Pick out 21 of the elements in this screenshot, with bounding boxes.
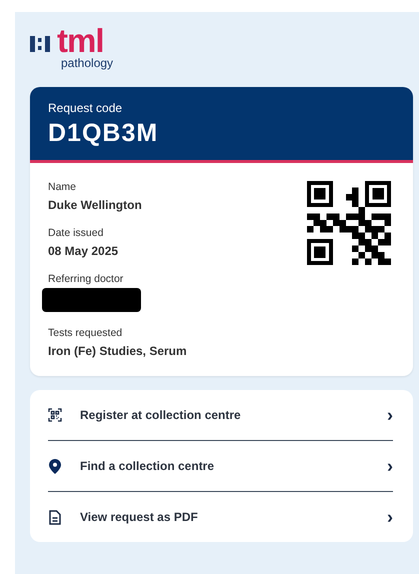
request-code: D1QB3M [48,119,160,148]
action-item[interactable]: Register at collection centre › [48,390,393,441]
field-value: Duke Wellington [48,198,143,212]
field-label: Name [48,181,78,193]
field-value: Iron (Fe) Studies, Serum [48,344,187,358]
request-code-label: Request code [48,101,124,115]
chevron-icon: › [387,406,393,424]
chevron-icon: › [387,457,393,475]
qr-scan-icon [48,408,62,422]
map-pin-icon [48,458,62,474]
field-label: Referring doctor [48,273,124,285]
chevron-icon: › [387,508,393,526]
logo-subtitle: pathology [61,56,114,71]
field-value: 08 May 2025 [48,244,120,258]
action-item[interactable]: View request as PDF › [48,492,393,542]
document-icon [48,510,62,524]
logo-wordmark: tml [57,25,104,56]
field-label: Tests requested [48,327,124,339]
action-item[interactable]: Find a collection centre › [48,441,393,492]
field-label: Date issued [48,227,104,239]
logo-icon [30,34,52,52]
